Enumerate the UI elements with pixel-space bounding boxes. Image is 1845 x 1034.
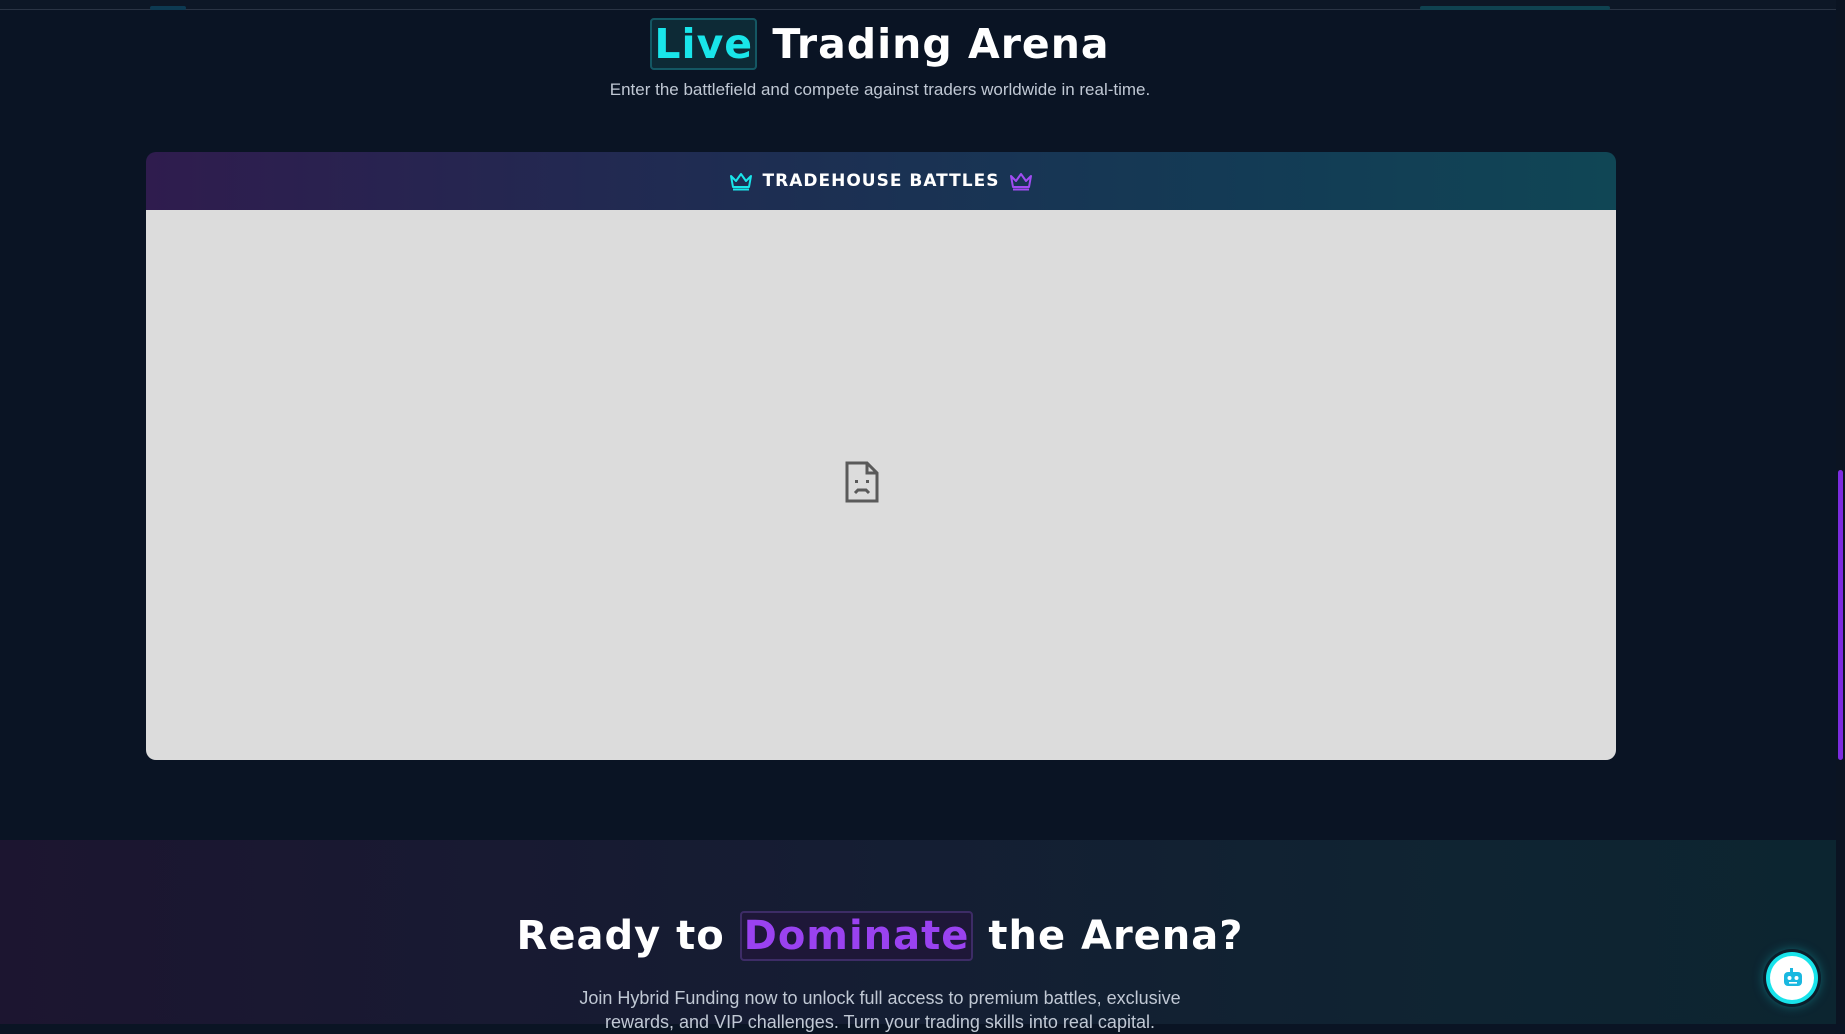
broken-document-icon <box>845 461 879 503</box>
battles-panel-title: TRADEHOUSE BATTLES <box>762 171 1000 191</box>
chat-widget-button[interactable] <box>1766 952 1818 1004</box>
chat-bot-icon <box>1784 968 1802 986</box>
cta-title-highlight: Dominate <box>739 911 974 961</box>
battles-panel-header: TRADEHOUSE BATTLES <box>146 152 1616 210</box>
arena-title-highlight: Live <box>650 18 758 70</box>
arena-subtitle: Enter the battlefield and compete agains… <box>609 80 1151 99</box>
battles-embed-frame[interactable] <box>146 210 1616 760</box>
crown-icon <box>1010 173 1033 191</box>
cta-title-after: the Arena? <box>988 913 1244 959</box>
battles-panel: TRADEHOUSE BATTLES <box>146 152 1616 760</box>
nav-glow-left <box>150 6 186 10</box>
crown-icon <box>729 173 752 191</box>
page-scrollbar[interactable] <box>1836 0 1845 1024</box>
scrollbar-thumb[interactable] <box>1838 470 1843 760</box>
nav-glow-right <box>1420 6 1610 10</box>
chat-widget-inner <box>1770 956 1814 1000</box>
arena-title-rest: Trading Arena <box>772 20 1110 68</box>
arena-title: Live Trading Arena <box>0 16 1760 72</box>
cta-title-before: Ready to <box>516 913 725 959</box>
cta-description: Join Hybrid Funding now to unlock full a… <box>579 988 1181 1032</box>
top-nav-bar <box>0 0 1836 10</box>
cta-title: Ready to Dominate the Arena? <box>0 908 1760 964</box>
